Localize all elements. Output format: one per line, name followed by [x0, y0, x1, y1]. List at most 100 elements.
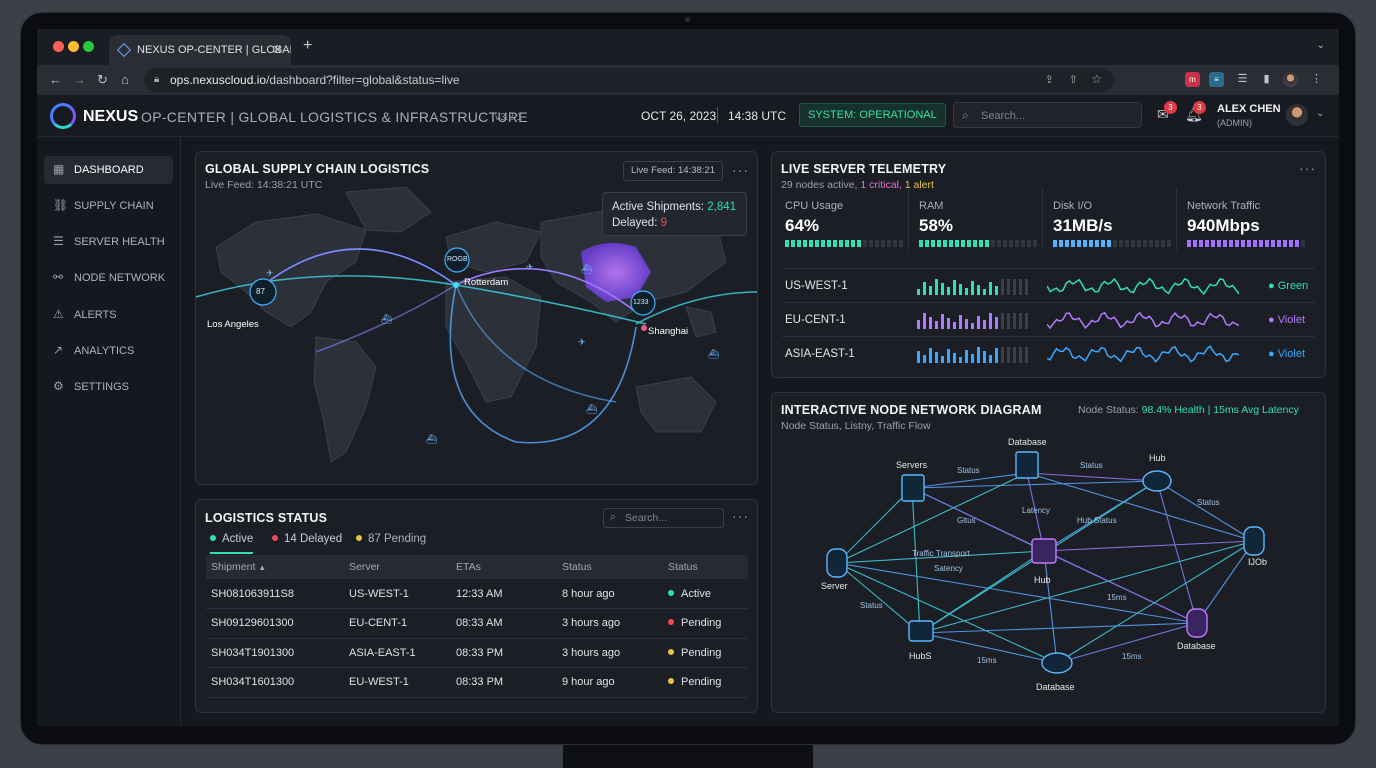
activity-bar [1007, 313, 1010, 329]
metric-ram: RAM 58% [909, 188, 1043, 250]
city-label-los-angeles[interactable]: Los Angeles [207, 319, 259, 330]
logistics-search-input[interactable]: ⌕ Search... [603, 508, 724, 528]
new-tab-button[interactable]: + [303, 37, 312, 55]
metric-label: RAM [919, 200, 944, 212]
reload-icon[interactable]: ↻ [97, 72, 108, 88]
table-row[interactable]: SH081063911S8 US-WEST-1 12:33 AM 8 hour ago… [206, 579, 748, 609]
tab-active[interactable]: Active [210, 533, 254, 554]
more-options-icon[interactable]: ··· [732, 162, 749, 178]
more-options-icon[interactable]: ··· [1299, 160, 1316, 176]
table-row[interactable]: SH034T1601300 EU-WEST-1 08:33 PM 9 hour ago… [206, 667, 748, 698]
column-header[interactable]: Server [344, 555, 451, 579]
map-marker-count[interactable]: 1233 [633, 299, 649, 306]
activity-bar [965, 350, 968, 363]
activity-bar [1025, 347, 1028, 363]
activity-bar [989, 355, 992, 363]
legend-dot: ● [1268, 280, 1275, 292]
sidebar-item-supply-chain[interactable]: ⛓ SUPPLY CHAIN [44, 192, 173, 220]
level-segment [1003, 240, 1007, 247]
edge-label: Status [860, 601, 883, 610]
level-segment [1143, 240, 1147, 247]
forward-icon[interactable]: → [73, 72, 86, 87]
node-label[interactable]: Server [821, 581, 848, 591]
node-label[interactable]: Database [1008, 437, 1047, 447]
maximize-window-button[interactable] [83, 41, 94, 52]
minimize-window-button[interactable] [68, 41, 79, 52]
profile-avatar-icon[interactable] [1283, 72, 1298, 87]
column-header[interactable]: ETAs [451, 555, 557, 579]
install-icon[interactable]: ⇧ [1069, 73, 1078, 86]
edge-label: Status [957, 466, 980, 475]
side-panel-icon[interactable]: ▮ [1259, 72, 1274, 87]
lock-icon: 🔒︎ [154, 74, 160, 85]
level-segment [1149, 240, 1153, 247]
node-label[interactable]: IJOb [1248, 557, 1267, 567]
city-label-rotterdam[interactable]: Rotterdam [464, 277, 508, 288]
server-row[interactable]: EU-CENT-1 ● Violet [782, 302, 1315, 335]
app-subtitle: OP-CENTER | GLOBAL LOGISTICS & INFRASTRU… [141, 109, 528, 125]
url-field[interactable]: 🔒︎ ops.nexuscloud.io/dashboard?filter=gl… [144, 68, 1114, 92]
url-path: /dashboard?filter=global&status=live [266, 73, 460, 87]
legend-dot: ● [1268, 348, 1275, 360]
city-label-shanghai[interactable]: Shanghai [648, 326, 688, 337]
browser-menu-icon[interactable]: ⋮ [1309, 72, 1324, 87]
node-label[interactable]: HubS [909, 651, 932, 661]
sidebar-item-node-network[interactable]: ⚯ NODE NETWORK [44, 264, 173, 292]
node-label[interactable]: Servers [896, 460, 927, 470]
sidebar-item-alerts[interactable]: ⚠ ALERTS [44, 301, 173, 329]
table-row[interactable]: SH09129601300 EU-CENT-1 08:33 AM 3 hours ag… [206, 608, 748, 639]
svg-text:⛴: ⛴ [381, 314, 393, 324]
sort-asc-icon[interactable]: ▲ [258, 563, 266, 572]
svg-text:⛴: ⛴ [708, 349, 720, 359]
extension-icon[interactable]: ≡ [1209, 72, 1224, 87]
server-row[interactable]: US-WEST-1 ● Green [782, 268, 1315, 301]
shipment-id: SH034T1601300 [206, 667, 344, 698]
back-icon[interactable]: ← [49, 72, 62, 87]
more-options-icon[interactable]: ··· [732, 508, 749, 524]
avatar[interactable] [1286, 104, 1308, 126]
table-row[interactable]: SH034T1901300 ASIA-EAST-1 08:33 PM 3 hours … [206, 638, 748, 668]
activity-bar [995, 286, 998, 295]
tab-list-chevron-icon[interactable]: ⌄ [1317, 40, 1325, 51]
sidebar-item-analytics[interactable]: ↗ ANALYTICS [44, 337, 173, 365]
bookmark-star-icon[interactable]: ☆ [1091, 72, 1102, 86]
user-name[interactable]: ALEX CHEN [1217, 103, 1281, 115]
tab-pending[interactable]: 87 Pending [356, 533, 426, 545]
activity-bar [947, 349, 950, 363]
sidebar-item-dashboard[interactable]: ▦ DASHBOARD [44, 156, 173, 184]
updated-cell: 3 hours ago [557, 638, 663, 668]
node-label[interactable]: Hub [1034, 575, 1051, 585]
sparkline [1047, 311, 1239, 330]
sidebar-item-settings[interactable]: ⚙ SETTINGS [44, 373, 173, 401]
chevron-down-icon[interactable]: ⌄ [1316, 108, 1324, 119]
map-marker-count[interactable]: ROGB [447, 256, 468, 263]
header-search-input[interactable]: ⌕ Search... [953, 102, 1142, 128]
home-icon[interactable]: ⌂ [121, 72, 129, 87]
column-header[interactable]: Status [557, 555, 663, 579]
close-tab-icon[interactable]: ✕ [272, 42, 283, 58]
column-header[interactable]: Status [663, 555, 748, 579]
node-label[interactable]: Database [1177, 641, 1216, 651]
network-diagram[interactable]: Status Status Status Traffic Transport Sat… [772, 393, 1326, 713]
activity-bar [1019, 279, 1022, 295]
browser-tab[interactable]: NEXUS OP-CENTER | GLOBAL LOGISTICS ✕ [109, 35, 291, 65]
server-cell: US-WEST-1 [344, 579, 451, 609]
activity-bar [935, 321, 938, 329]
extension-icon[interactable]: m [1185, 72, 1200, 87]
activity-bar [917, 320, 920, 329]
activity-bar [971, 354, 974, 363]
server-row[interactable]: ASIA-EAST-1 ● Violet [782, 336, 1315, 369]
series-legend: ● Violet [1268, 348, 1305, 360]
sidebar-item-server-health[interactable]: ☰ SERVER HEALTH [44, 228, 173, 256]
metric-level-bar [785, 240, 905, 247]
share-icon[interactable]: ⇪ [1045, 73, 1054, 86]
tab-delayed[interactable]: 14 Delayed [272, 533, 342, 545]
reading-list-icon[interactable]: ☰ [1235, 72, 1250, 87]
column-header[interactable]: Shipment ▲ [206, 555, 344, 579]
activity-bar [1013, 347, 1016, 363]
node-label[interactable]: Database [1036, 682, 1075, 692]
close-window-button[interactable] [53, 41, 64, 52]
map-marker-count[interactable]: 87 [256, 287, 265, 296]
sidebar-item-label: DASHBOARD [74, 164, 144, 176]
node-label[interactable]: Hub [1149, 453, 1166, 463]
